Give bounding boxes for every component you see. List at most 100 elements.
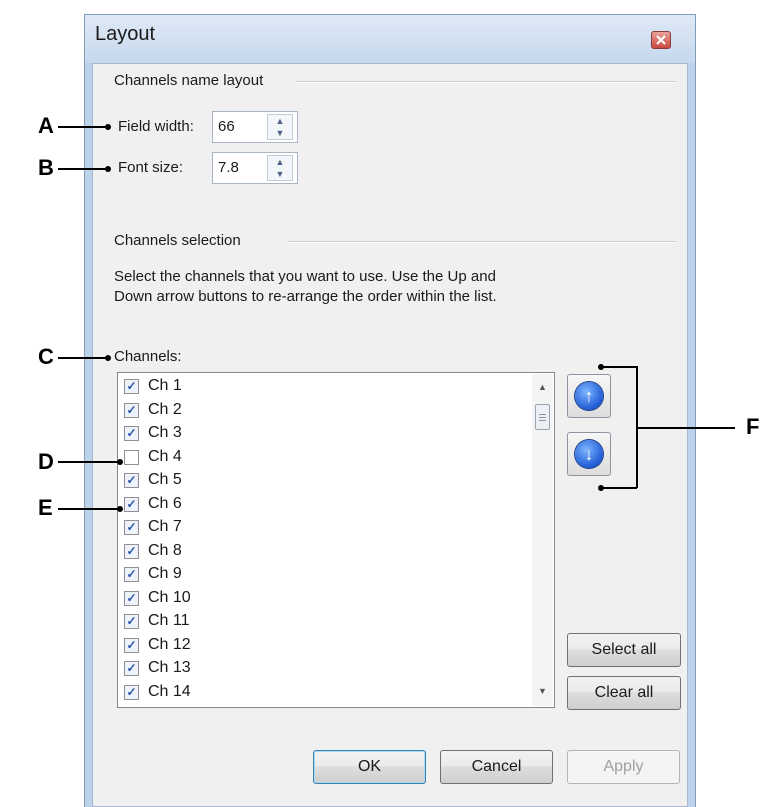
grip-line (539, 417, 546, 418)
callout-line (58, 461, 120, 463)
select-all-button[interactable]: Select all (567, 633, 681, 667)
callout-dot (105, 166, 111, 172)
callout-line (58, 357, 108, 359)
arrow-down-icon: ↓ (575, 440, 603, 468)
title-bar: Layout (85, 15, 695, 63)
channel-checkbox[interactable]: ✓ (124, 496, 139, 512)
spin-down-icon[interactable]: ▼ (268, 168, 292, 180)
font-size-value: 7.8 (218, 159, 239, 176)
channel-label: Ch 14 (148, 682, 191, 700)
channel-checkbox[interactable]: ✓ (124, 614, 139, 629)
channel-label: Ch 9 (148, 565, 182, 582)
channel-label: Ch 13 (148, 659, 191, 676)
channel-checkbox[interactable]: ✓ (124, 590, 139, 606)
scroll-down-icon[interactable]: ▼ (532, 686, 553, 696)
grip-line (539, 420, 546, 421)
grip-line (539, 414, 546, 415)
channel-checkbox[interactable]: ✓ (124, 473, 139, 488)
list-item[interactable]: ✓ Ch 13 (122, 657, 522, 680)
channel-checkbox[interactable]: ✓ (124, 379, 139, 394)
channel-checkbox[interactable] (124, 449, 139, 465)
instructions-line-2: Down arrow buttons to re-arrange the ord… (114, 288, 497, 305)
list-item[interactable]: ✓ Ch 10 (122, 587, 522, 610)
channel-label: Ch 1 (148, 377, 182, 394)
field-width-value: 66 (218, 118, 235, 135)
callout-line (58, 126, 108, 128)
scroll-thumb[interactable] (535, 404, 550, 430)
channel-label: Ch 5 (148, 471, 182, 488)
channel-label: Ch 3 (148, 424, 182, 441)
channel-checkbox[interactable]: ✓ (124, 543, 139, 559)
group-divider (288, 241, 676, 243)
list-item[interactable]: ✓ Ch 1 (122, 375, 522, 398)
font-size-spin-buttons[interactable]: ▲ ▼ (267, 155, 293, 181)
apply-button[interactable]: Apply (567, 750, 680, 784)
callout-a: A (38, 113, 54, 138)
spin-up-icon[interactable]: ▲ (268, 156, 292, 168)
vertical-scrollbar[interactable]: ▲ ▼ (532, 374, 553, 706)
channel-checkbox[interactable]: ✓ (124, 426, 139, 441)
arrow-up-icon: ↑ (575, 382, 603, 410)
callout-line (58, 508, 120, 510)
channel-checkbox[interactable]: ✓ (124, 567, 139, 582)
channel-label: Ch 12 (148, 635, 191, 653)
callout-d: D (38, 449, 54, 474)
field-width-spin-buttons[interactable]: ▲ ▼ (267, 114, 293, 140)
list-item[interactable]: ✓ Ch 8 (122, 540, 522, 563)
callout-dot (117, 506, 123, 512)
channel-label: Ch 11 (148, 612, 190, 629)
instructions-line-1: Select the channels that you want to use… (114, 268, 496, 285)
channel-label: Ch 2 (148, 400, 182, 418)
callout-c: C (38, 344, 54, 369)
callout-line (601, 366, 637, 368)
font-size-stepper[interactable]: 7.8 ▲ ▼ (212, 152, 298, 184)
channel-label: Ch 6 (148, 494, 182, 512)
field-width-label: Field width: (118, 118, 194, 135)
channel-checkbox[interactable]: ✓ (124, 402, 139, 418)
channel-checkbox[interactable]: ✓ (124, 637, 139, 653)
callout-line (58, 168, 108, 170)
scroll-up-icon[interactable]: ▲ (532, 382, 553, 392)
callout-dot (105, 124, 111, 130)
list-item[interactable]: ✓ Ch 12 (122, 634, 522, 657)
list-item[interactable]: ✓ Ch 9 (122, 563, 522, 586)
channel-checkbox[interactable]: ✓ (124, 520, 139, 535)
move-up-button[interactable]: ↑ (567, 374, 611, 418)
group-divider (296, 81, 676, 83)
clear-all-button[interactable]: Clear all (567, 676, 681, 710)
channel-label: Ch 8 (148, 541, 182, 559)
channel-label: Ch 7 (148, 518, 182, 535)
callout-line (637, 427, 735, 429)
list-item[interactable]: ✓ Ch 14 (122, 681, 522, 704)
list-item[interactable]: ✓ Ch 2 (122, 399, 522, 422)
ok-button[interactable]: OK (313, 750, 426, 784)
callout-e: E (38, 495, 53, 520)
channel-label: Ch 4 (148, 447, 182, 465)
callout-line (601, 487, 637, 489)
spin-down-icon[interactable]: ▼ (268, 127, 292, 139)
cancel-button[interactable]: Cancel (440, 750, 553, 784)
spin-up-icon[interactable]: ▲ (268, 115, 292, 127)
channels-list[interactable]: ✓ Ch 1 ✓ Ch 2 ✓ Ch 3 Ch 4 ✓ Ch 5 ✓ Ch 6 ✓ Ch 7 ✓ Ch 8 ✓… (117, 372, 555, 708)
callout-b: B (38, 155, 54, 180)
font-size-label: Font size: (118, 159, 184, 176)
list-item[interactable]: ✓ Ch 5 (122, 469, 522, 492)
channels-label: Channels: (114, 348, 182, 365)
group-label-name-layout: Channels name layout (114, 72, 264, 89)
channel-checkbox[interactable]: ✓ (124, 661, 139, 676)
list-item[interactable]: Ch 4 (122, 446, 522, 469)
channel-checkbox[interactable]: ✓ (124, 684, 139, 700)
callout-dot (117, 459, 123, 465)
field-width-stepper[interactable]: 66 ▲ ▼ (212, 111, 298, 143)
callout-dot (105, 355, 111, 361)
list-item[interactable]: ✓ Ch 6 (122, 493, 522, 516)
list-item[interactable]: ✓ Ch 7 (122, 516, 522, 539)
group-label-channels-selection: Channels selection (114, 232, 241, 249)
callout-f: F (746, 414, 760, 439)
channel-label: Ch 10 (148, 588, 191, 606)
window-title: Layout (95, 23, 156, 45)
list-item[interactable]: ✓ Ch 11 (122, 610, 522, 633)
close-icon[interactable] (651, 31, 671, 49)
move-down-button[interactable]: ↓ (567, 432, 611, 476)
list-item[interactable]: ✓ Ch 3 (122, 422, 522, 445)
